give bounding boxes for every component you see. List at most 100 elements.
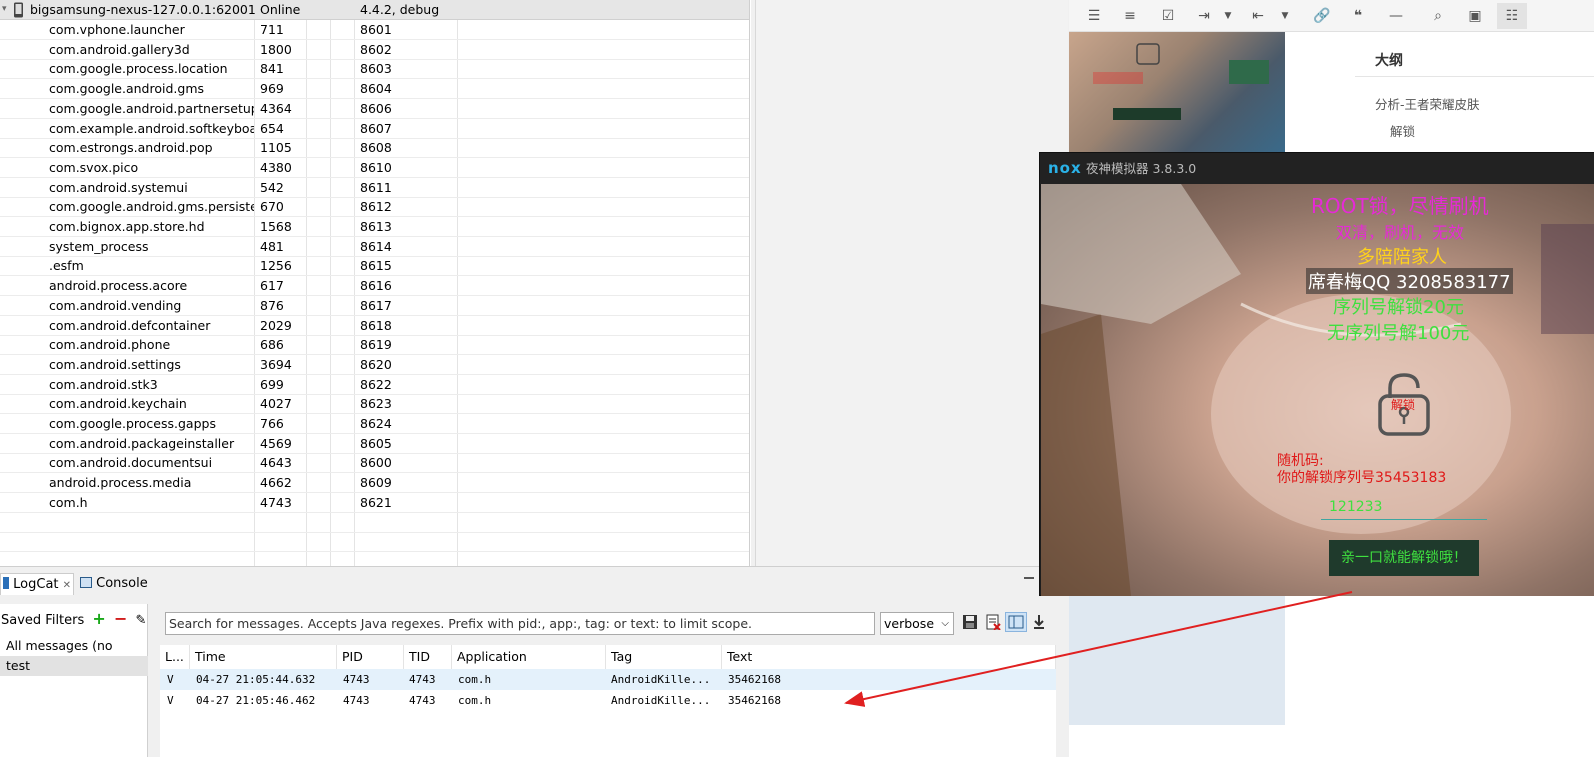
- log-cell-tid: 4743: [409, 694, 436, 707]
- bullet-list-icon[interactable]: ☰: [1085, 7, 1103, 25]
- unlock-code-value: 121233: [1329, 499, 1383, 515]
- outline-title: 大纲: [1375, 53, 1403, 69]
- search-input[interactable]: Search for messages. Accepts Java regexe…: [165, 612, 875, 635]
- scroll-lock-icon[interactable]: [1031, 614, 1047, 630]
- tab-console[interactable]: Console: [80, 573, 150, 595]
- log-column-header[interactable]: Time: [190, 645, 337, 669]
- log-cell-pid: 4743: [343, 694, 370, 707]
- process-row[interactable]: com.android.settings 3694 8620: [0, 355, 749, 375]
- saved-filters-title: Saved Filters: [1, 613, 85, 628]
- process-row[interactable]: com.android.documentsui 4643 8600: [0, 453, 749, 474]
- ransom-line-1: ROOT锁，尽情刷机: [1311, 194, 1489, 218]
- find-icon[interactable]: ⌕: [1429, 7, 1447, 25]
- process-port: 8618: [360, 317, 392, 333]
- process-row[interactable]: system_process 481 8614: [0, 237, 749, 257]
- chevron-down-icon[interactable]: ▼: [1219, 7, 1237, 25]
- process-row[interactable]: com.svox.pico 4380 8610: [0, 158, 749, 178]
- process-row[interactable]: com.android.keychain 4027 8623: [0, 394, 749, 415]
- device-row[interactable]: ▾ bigsamsung-nexus-127.0.0.1:62001 Onlin…: [0, 0, 749, 20]
- emulator-screen: ROOT锁，尽情刷机 双清，刷机，无效 多陪陪家人 席春梅QQ 32085831…: [1041, 184, 1594, 596]
- chevron-down-icon[interactable]: ▼: [1276, 7, 1294, 25]
- process-port: 8609: [360, 475, 392, 491]
- outline-item[interactable]: 解锁: [1390, 121, 1415, 140]
- log-cell-time: 04-27 21:05:46.462: [196, 694, 316, 707]
- unlock-button[interactable]: 亲一口就能解锁哦！: [1329, 540, 1479, 576]
- process-row[interactable]: android.process.media 4662 8609: [0, 473, 749, 494]
- process-pid: 654: [260, 120, 284, 136]
- log-level-select[interactable]: verbose ⌵: [880, 612, 954, 635]
- toggle-panel-icon[interactable]: [1005, 612, 1027, 632]
- process-row[interactable]: com.google.process.gapps 766 8624: [0, 414, 749, 434]
- phone-icon: [13, 0, 25, 19]
- process-row[interactable]: com.google.android.partnersetup 4364 8606: [0, 99, 749, 119]
- quote-icon[interactable]: ❝: [1349, 7, 1367, 25]
- console-icon: [80, 577, 92, 588]
- collapse-arrow-icon[interactable]: ▾: [2, 0, 12, 19]
- numbered-list-icon[interactable]: ≡: [1121, 7, 1139, 25]
- outline-toggle-icon[interactable]: ☷: [1497, 3, 1527, 29]
- tab-logcat[interactable]: LogCat ✕: [0, 573, 74, 595]
- process-pid: 841: [260, 61, 284, 77]
- process-pid: 766: [260, 416, 284, 431]
- process-name: android.process.media: [49, 475, 192, 491]
- checkbox-icon[interactable]: ☑: [1159, 7, 1177, 25]
- process-row[interactable]: com.google.android.gms.persistent 670 8612: [0, 197, 749, 218]
- process-row[interactable]: com.android.defcontainer 2029 8618: [0, 316, 749, 336]
- process-row[interactable]: com.vphone.launcher 711 8601: [0, 20, 749, 40]
- process-row[interactable]: android.process.acore 617 8616: [0, 276, 749, 297]
- process-pid: 4662: [260, 475, 292, 491]
- remove-icon[interactable]: −: [114, 609, 127, 628]
- unlock-code-input[interactable]: 121233: [1321, 496, 1487, 520]
- process-port: 8606: [360, 100, 392, 116]
- link-icon[interactable]: 🔗: [1313, 7, 1331, 25]
- process-pid: 711: [260, 22, 284, 37]
- image-icon[interactable]: ▣: [1466, 7, 1484, 25]
- process-row[interactable]: com.android.stk3 699 8622: [0, 375, 749, 395]
- process-row[interactable]: com.android.gallery3d 1800 8602: [0, 40, 749, 60]
- process-row[interactable]: com.example.android.softkeyboard 654 8607: [0, 119, 749, 139]
- close-icon[interactable]: ✕: [63, 580, 71, 591]
- serial-number-text: 你的解锁序列号35453183: [1277, 470, 1447, 486]
- process-pid: 4743: [260, 494, 292, 510]
- nox-title-bar[interactable]: nox 夜神模拟器 3.8.3.0: [1040, 153, 1594, 184]
- log-column-header[interactable]: Tag: [606, 645, 722, 669]
- process-name: com.android.documentsui: [49, 455, 213, 471]
- outline-item[interactable]: 分析-王者荣耀皮肤: [1375, 94, 1480, 113]
- process-port: 8601: [360, 22, 392, 37]
- outdent-icon[interactable]: ⇤: [1249, 7, 1267, 25]
- process-row[interactable]: com.android.vending 876 8617: [0, 296, 749, 316]
- log-column-header[interactable]: Application: [452, 645, 606, 669]
- process-name: com.android.packageinstaller: [49, 435, 235, 451]
- outline-panel: 大纲 分析-王者荣耀皮肤 解锁: [1355, 32, 1594, 152]
- process-row[interactable]: com.android.packageinstaller 4569 8605: [0, 434, 749, 454]
- process-pid: 876: [260, 297, 284, 313]
- process-port: 8613: [360, 219, 392, 234]
- save-icon[interactable]: [962, 614, 978, 630]
- process-row[interactable]: com.google.process.location 841 8603: [0, 59, 749, 80]
- log-level-value: verbose: [884, 616, 935, 631]
- process-row[interactable]: com.android.systemui 542 8611: [0, 178, 749, 198]
- process-port: 8614: [360, 238, 392, 254]
- log-row[interactable]: V 04-27 21:05:46.462 4743 4743 com.h AndroidK…: [160, 690, 1056, 711]
- add-icon[interactable]: +: [92, 609, 105, 628]
- divider-icon[interactable]: —: [1387, 7, 1405, 25]
- filter-all[interactable]: All messages (no filters): [0, 636, 148, 673]
- editor-toolbar: ☰ ≡ ☑ ⇥ ▼ ⇤ ▼ 🔗 ❝ — ⌕ ▣ ☷: [1069, 0, 1594, 32]
- clear-log-icon[interactable]: [985, 614, 1001, 631]
- log-row[interactable]: V 04-27 21:05:44.632 4743 4743 com.h AndroidK…: [160, 669, 1056, 690]
- edit-icon[interactable]: ✎: [136, 613, 147, 628]
- minimize-icon[interactable]: [1024, 577, 1034, 579]
- process-row[interactable]: com.h 4743 8621: [0, 493, 749, 513]
- log-cell-app: com.h: [458, 694, 492, 707]
- filter-test[interactable]: test: [0, 656, 148, 676]
- process-row[interactable]: com.google.android.gms 969 8604: [0, 79, 749, 100]
- log-column-header[interactable]: Text: [722, 645, 1056, 669]
- log-column-header[interactable]: L...: [160, 645, 190, 669]
- process-row[interactable]: com.estrongs.android.pop 1105 8608: [0, 138, 749, 159]
- log-column-header[interactable]: TID: [404, 645, 452, 669]
- process-row[interactable]: com.android.phone 686 8619: [0, 335, 749, 356]
- indent-icon[interactable]: ⇥: [1195, 7, 1213, 25]
- process-row[interactable]: com.bignox.app.store.hd 1568 8613: [0, 217, 749, 237]
- log-column-header[interactable]: PID: [337, 645, 404, 669]
- process-row[interactable]: .esfm 1256 8615: [0, 256, 749, 277]
